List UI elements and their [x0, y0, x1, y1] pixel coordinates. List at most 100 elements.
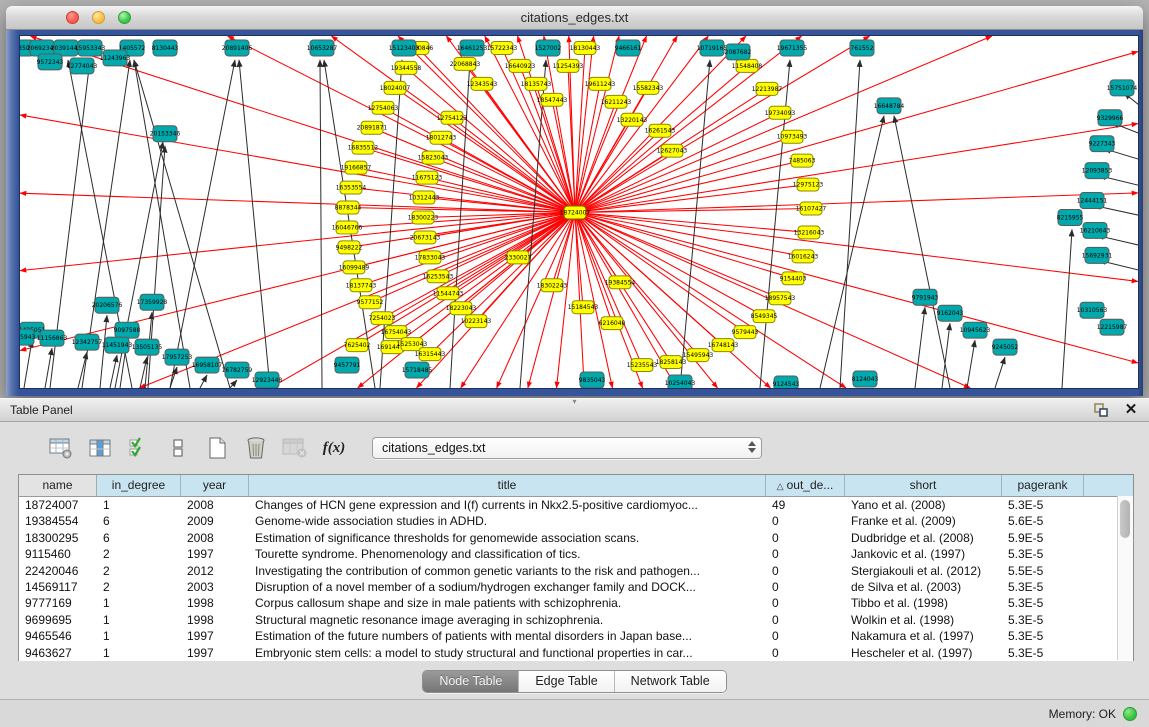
- table-settings-icon[interactable]: [48, 435, 74, 461]
- memory-ok-indicator[interactable]: [1123, 707, 1137, 721]
- graph-node[interactable]: 19384554: [605, 276, 636, 289]
- graph-node[interactable]: 16211243: [601, 95, 632, 108]
- graph-node[interactable]: 9498222: [336, 241, 363, 254]
- table-cell[interactable]: Wolkin et al. (1998): [845, 612, 1002, 628]
- table-cell[interactable]: Hescheler et al. (1997): [845, 645, 1002, 661]
- graph-node[interactable]: 9457791: [334, 357, 361, 373]
- table-cell[interactable]: 5.3E-5: [1002, 497, 1084, 513]
- graph-node[interactable]: 10254043: [665, 375, 696, 388]
- graph-node[interactable]: 8878344: [335, 201, 362, 214]
- graph-node[interactable]: 13505135: [132, 339, 163, 355]
- table-cell[interactable]: 1: [97, 497, 181, 513]
- table-cell[interactable]: 1997: [181, 645, 249, 661]
- graph-node[interactable]: 22068843: [450, 57, 481, 70]
- new-file-icon[interactable]: [204, 435, 230, 461]
- graph-node[interactable]: 18223043: [446, 302, 477, 315]
- column-header-out-degree[interactable]: △out_de...: [766, 475, 845, 496]
- graph-node[interactable]: 20206576: [92, 297, 123, 313]
- graph-node[interactable]: 18130443: [570, 41, 601, 54]
- graph-node[interactable]: 12444151: [1077, 193, 1108, 209]
- graph-node[interactable]: 2330027: [505, 251, 532, 264]
- graph-node[interactable]: 9245052: [992, 339, 1019, 355]
- table-vertical-scrollbar[interactable]: [1117, 496, 1133, 660]
- graph-node[interactable]: 17359928: [137, 294, 168, 310]
- graph-node[interactable]: 12627043: [657, 144, 688, 157]
- graph-node[interactable]: 15582343: [633, 81, 664, 94]
- graph-node[interactable]: 7254023: [369, 312, 396, 325]
- graph-node[interactable]: 18258143: [656, 356, 687, 369]
- table-cell[interactable]: 0: [766, 595, 845, 611]
- graph-node[interactable]: 19166857: [341, 161, 372, 174]
- table-cell[interactable]: 1: [97, 645, 181, 661]
- graph-node[interactable]: 12975123: [793, 178, 824, 191]
- graph-node[interactable]: 16016243: [788, 250, 819, 263]
- table-cell[interactable]: 0: [766, 579, 845, 595]
- table-cell[interactable]: Estimation of the future numbers of pati…: [249, 628, 766, 644]
- graph-node[interactable]: 10973493: [777, 130, 808, 143]
- table-cell[interactable]: Nakamura et al. (1997): [845, 628, 1002, 644]
- graph-node[interactable]: 9154403: [780, 272, 807, 285]
- table-cell[interactable]: 9463627: [19, 645, 97, 661]
- table-cell[interactable]: 5.3E-5: [1002, 595, 1084, 611]
- close-panel-icon[interactable]: ✕: [1123, 402, 1139, 418]
- table-cell[interactable]: 0: [766, 628, 845, 644]
- table-cell[interactable]: 5.3E-5: [1002, 546, 1084, 562]
- table-row[interactable]: 1830029562008Estimation of significance …: [19, 530, 1133, 546]
- graph-node[interactable]: 8130443: [152, 40, 179, 56]
- table-cell[interactable]: Tibbo et al. (1998): [845, 595, 1002, 611]
- column-header-in-degree[interactable]: in_degree: [97, 475, 181, 496]
- table-cell[interactable]: Corpus callosum shape and size in male p…: [249, 595, 766, 611]
- graph-node[interactable]: 16353554: [336, 181, 367, 194]
- table-cell[interactable]: Structural magnetic resonance image aver…: [249, 612, 766, 628]
- graph-node[interactable]: 18302243: [537, 279, 568, 292]
- table-cell[interactable]: 0: [766, 530, 845, 546]
- table-cell[interactable]: 1998: [181, 595, 249, 611]
- graph-node[interactable]: 20891871: [357, 121, 388, 134]
- graph-node[interactable]: 17957253: [162, 349, 193, 365]
- graph-node[interactable]: 9097588: [114, 322, 141, 338]
- graph-node[interactable]: 15722343: [487, 41, 518, 54]
- graph-node[interactable]: 16835512: [348, 141, 379, 154]
- graph-node[interactable]: 16782759: [222, 362, 253, 378]
- graph-node[interactable]: 16958107: [192, 357, 223, 373]
- graph-node[interactable]: 12754123: [437, 111, 468, 124]
- graph-node[interactable]: 12213987: [752, 82, 783, 95]
- table-cell[interactable]: 9465546: [19, 628, 97, 644]
- graph-node[interactable]: 15718485: [402, 362, 433, 378]
- graph-node[interactable]: 12342757: [72, 334, 103, 350]
- table-cell[interactable]: Genome-wide association studies in ADHD.: [249, 513, 766, 529]
- graph-node[interactable]: 8549345: [751, 310, 778, 323]
- graph-node[interactable]: 3915943: [20, 329, 36, 345]
- table-row[interactable]: 946362711997Embryonic stem cells: a mode…: [19, 645, 1133, 661]
- graph-node[interactable]: 18137743: [346, 279, 377, 292]
- table-cell[interactable]: 18300295: [19, 530, 97, 546]
- graph-node[interactable]: 8124043: [852, 371, 879, 387]
- column-header-short[interactable]: short: [845, 475, 1002, 496]
- table-panel-titlebar[interactable]: ▾ Table Panel ✕: [0, 398, 1149, 422]
- table-cell[interactable]: 6: [97, 513, 181, 529]
- graph-node[interactable]: 16210643: [1080, 222, 1111, 238]
- graph-node[interactable]: 20153346: [150, 126, 181, 142]
- graph-node[interactable]: 16461253: [457, 40, 488, 56]
- column-header-name[interactable]: name: [19, 475, 97, 496]
- graph-node[interactable]: 10719165: [697, 40, 728, 56]
- table-cell[interactable]: 1: [97, 628, 181, 644]
- table-cell[interactable]: 0: [766, 563, 845, 579]
- table-cell[interactable]: 9115460: [19, 546, 97, 562]
- graph-node[interactable]: 9835043: [579, 372, 606, 388]
- table-cell[interactable]: 2: [97, 546, 181, 562]
- table-cell[interactable]: 1998: [181, 612, 249, 628]
- table-cell[interactable]: Stergiakouli et al. (2012): [845, 563, 1002, 579]
- graph-node[interactable]: 18300223: [408, 211, 439, 224]
- graph-node[interactable]: 17833043: [415, 251, 446, 264]
- graph-node[interactable]: 9466161: [615, 40, 642, 56]
- window-titlebar[interactable]: citations_edges.txt: [6, 6, 1143, 30]
- graph-node[interactable]: 7485063: [789, 154, 816, 167]
- graph-node[interactable]: 18547443: [537, 93, 568, 106]
- graph-node[interactable]: 18135743: [521, 77, 552, 90]
- graph-node[interactable]: 9162043: [937, 305, 964, 321]
- graph-node[interactable]: 11675123: [412, 171, 443, 184]
- graph-node[interactable]: 9791943: [912, 289, 939, 305]
- graph-node[interactable]: 15823043: [418, 151, 449, 164]
- graph-node[interactable]: 9124543: [773, 376, 800, 388]
